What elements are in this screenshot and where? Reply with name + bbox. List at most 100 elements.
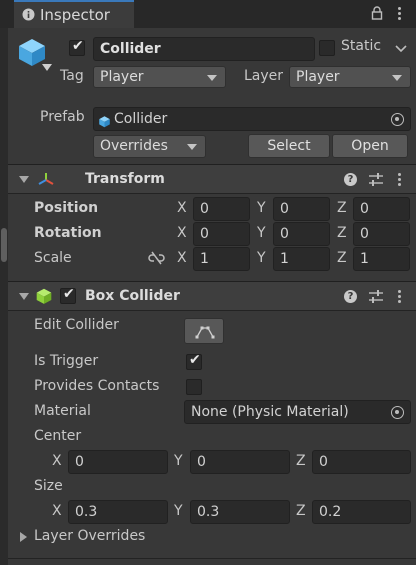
size-y-label[interactable]: Y [174,503,183,519]
is-trigger-label: Is Trigger [34,353,99,369]
foldout-expanded-icon[interactable] [19,293,29,300]
scale-label: Scale [34,250,72,266]
rotation-z-label[interactable]: Z [337,225,347,241]
transform-header[interactable]: Transform ? [8,164,416,194]
layer-overrides-foldout-icon[interactable] [20,532,27,542]
box-collider-menu-kebab-icon[interactable] [398,290,401,305]
material-field[interactable]: None (Physic Material) [184,400,411,424]
center-y-field[interactable]: 0 [190,450,290,474]
active-checkbox[interactable]: ✔ [69,38,85,56]
material-label: Material [34,403,91,419]
center-z-label[interactable]: Z [296,453,306,469]
material-value: None (Physic Material) [191,404,349,420]
center-z-field[interactable]: 0 [312,450,411,474]
provides-contacts-label: Provides Contacts [34,378,160,394]
select-button[interactable]: Select [248,134,330,158]
center-x-field[interactable]: 0 [68,450,168,474]
position-x-label[interactable]: X [177,200,187,216]
size-x-field[interactable]: 0.3 [68,500,168,524]
scale-z-field[interactable]: 1 [353,247,410,271]
provides-contacts-checkbox[interactable] [186,379,202,395]
static-label: Static [341,38,382,54]
scale-x-field[interactable]: 1 [193,247,250,271]
rotation-z-field[interactable]: 0 [353,222,410,246]
center-x-label[interactable]: X [52,453,62,469]
center-label: Center [34,428,82,444]
prefab-asset-field[interactable]: Collider [93,107,411,131]
rotation-y-field[interactable]: 0 [273,222,330,246]
size-z-label[interactable]: Z [296,503,306,519]
overrides-dropdown[interactable]: Overrides [93,135,206,158]
prefab-asset-name: Collider [114,111,168,127]
info-icon [22,8,35,25]
chevron-down-icon [187,144,197,150]
rotation-label: Rotation [34,225,102,241]
lock-icon[interactable] [371,6,383,24]
link-icon[interactable] [148,251,165,269]
active-checkmark-icon: ✔ [72,38,84,54]
position-z-label[interactable]: Z [337,200,347,216]
prefab-label: Prefab [40,109,85,125]
edit-collider-icon [195,324,215,346]
layer-label: Layer [244,68,284,84]
layer-dropdown[interactable]: Player [289,66,411,88]
rotation-y-label[interactable]: Y [257,225,266,241]
chevron-down-icon [207,75,217,81]
static-checkbox[interactable] [319,40,335,56]
transform-icon [37,171,55,191]
box-collider-enabled-checkbox[interactable]: ✔ [60,286,76,304]
rotation-x-label[interactable]: X [177,225,187,241]
icon-dropdown-arrow-icon[interactable] [42,64,52,71]
chevron-down-icon [392,75,402,81]
is-trigger-checkmark-icon: ✔ [189,352,201,368]
position-label: Position [34,200,99,216]
tab-bar: Inspector [0,0,416,28]
rotation-x-field[interactable]: 0 [193,222,250,246]
layer-value: Player [296,69,340,85]
help-icon[interactable]: ? [344,173,357,186]
scale-y-field[interactable]: 1 [273,247,330,271]
window-menu-kebab-icon[interactable] [398,7,401,22]
help-icon[interactable]: ? [344,290,357,303]
scale-x-label[interactable]: X [177,250,187,266]
position-y-label[interactable]: Y [257,200,266,216]
scroll-thumb[interactable] [1,228,7,262]
left-scrollbar[interactable] [0,28,8,565]
tag-label: Tag [60,68,84,84]
object-picker-target-icon[interactable] [391,406,404,419]
preset-icon[interactable] [369,290,383,307]
scale-y-label[interactable]: Y [257,250,266,266]
transform-title: Transform [85,171,165,187]
prefab-cube-icon [98,113,111,130]
edit-collider-label: Edit Collider [34,317,119,333]
open-button[interactable]: Open [332,134,408,158]
tag-value: Player [100,69,144,85]
box-collider-title: Box Collider [85,288,180,304]
size-y-field[interactable]: 0.3 [190,500,290,524]
overrides-label: Overrides [100,138,168,154]
chevron-down-icon[interactable] [395,42,407,58]
is-trigger-checkbox[interactable]: ✔ [186,352,202,370]
scale-z-label[interactable]: Z [337,250,347,266]
tab-title: Inspector [40,6,110,24]
layer-overrides-label[interactable]: Layer Overrides [34,528,145,544]
position-y-field[interactable]: 0 [273,197,330,221]
enabled-checkmark-icon: ✔ [63,286,75,302]
preset-icon[interactable] [369,173,383,190]
tab-inspector[interactable]: Inspector [14,0,134,28]
center-y-label[interactable]: Y [174,453,183,469]
position-z-field[interactable]: 0 [353,197,410,221]
box-collider-header[interactable]: ✔ Box Collider ? [8,281,416,311]
tag-dropdown[interactable]: Player [93,66,226,88]
transform-menu-kebab-icon[interactable] [398,173,401,188]
object-picker-target-icon[interactable] [391,113,404,126]
bottom-divider [8,558,416,559]
foldout-expanded-icon[interactable] [19,176,29,183]
object-name-field[interactable]: Collider [93,37,315,61]
size-x-label[interactable]: X [52,503,62,519]
box-collider-icon [35,287,53,309]
size-label: Size [34,478,63,494]
position-x-field[interactable]: 0 [193,197,250,221]
edit-collider-button[interactable] [184,318,224,344]
size-z-field[interactable]: 0.2 [312,500,411,524]
